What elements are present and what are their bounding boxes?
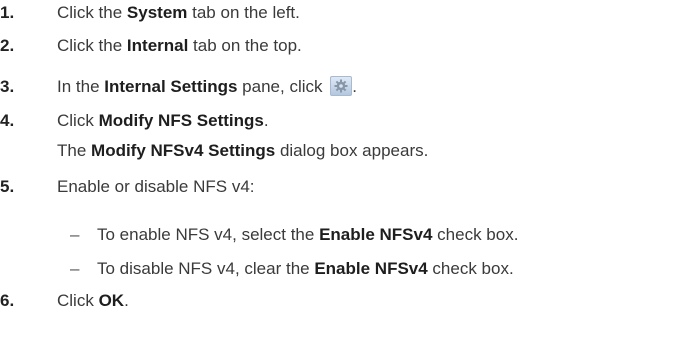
step-number: 4. (0, 111, 15, 130)
step-text-post: . (124, 291, 129, 310)
step-text: Click the System tab on the left. (57, 2, 300, 24)
bullet-text: To disable NFS v4, clear the Enable NFSv… (97, 258, 514, 280)
step-number: 1. (0, 3, 15, 22)
bullet-bold-term: Enable NFSv4 (314, 259, 428, 278)
bullet-text-post: check box. (432, 225, 519, 244)
step-text-end: . (352, 77, 357, 96)
bullet-text-post: check box. (427, 259, 514, 278)
step-4-note: The Modify NFSv4 Settings dialog box app… (57, 140, 428, 162)
step-text: Click the Internal tab on the top. (57, 35, 302, 57)
step-text-post: tab on the left. (187, 3, 300, 22)
step-text-pre: Click the (57, 3, 127, 22)
step-text: Click OK. (57, 290, 129, 312)
step-bold-term: Modify NFS Settings (98, 111, 264, 130)
bullet-text-pre: To disable NFS v4, clear the (97, 259, 315, 278)
step-number: 2. (0, 36, 15, 55)
bullet-dash: – (70, 225, 80, 244)
step-text-pre: Click the (57, 36, 127, 55)
step-text: Enable or disable NFS v4: (57, 177, 255, 196)
step-bold-term: OK (98, 291, 125, 310)
step-text-post: . (263, 111, 269, 130)
note-text-post: dialog box appears. (275, 141, 429, 160)
gear-icon (330, 76, 353, 96)
step-text-pre: Click (57, 291, 99, 310)
step-text-post: tab on the top. (188, 36, 302, 55)
step-text-post: pane, click (237, 77, 328, 96)
step-text-pre: In the (57, 77, 105, 96)
step-bold-term: Internal (126, 36, 189, 55)
note-text-pre: The (57, 141, 92, 160)
step-text-pre: Click (57, 111, 99, 130)
step-number: 3. (0, 77, 15, 96)
bullet-dash: – (70, 259, 80, 278)
step-text: Click Modify NFS Settings. (57, 110, 269, 132)
bullet-bold-term: Enable NFSv4 (319, 225, 433, 244)
step-text: In the Internal Settings pane, click . (57, 76, 357, 98)
bullet-text-pre: To enable NFS v4, select the (97, 225, 320, 244)
step-bold-term: System (126, 3, 188, 22)
bullet-text: To enable NFS v4, select the Enable NFSv… (97, 224, 518, 246)
step-number: 5. (0, 177, 15, 196)
note-bold-term: Modify NFSv4 Settings (91, 141, 276, 160)
step-bold-term: Internal Settings (104, 77, 238, 96)
step-number: 6. (0, 291, 15, 310)
